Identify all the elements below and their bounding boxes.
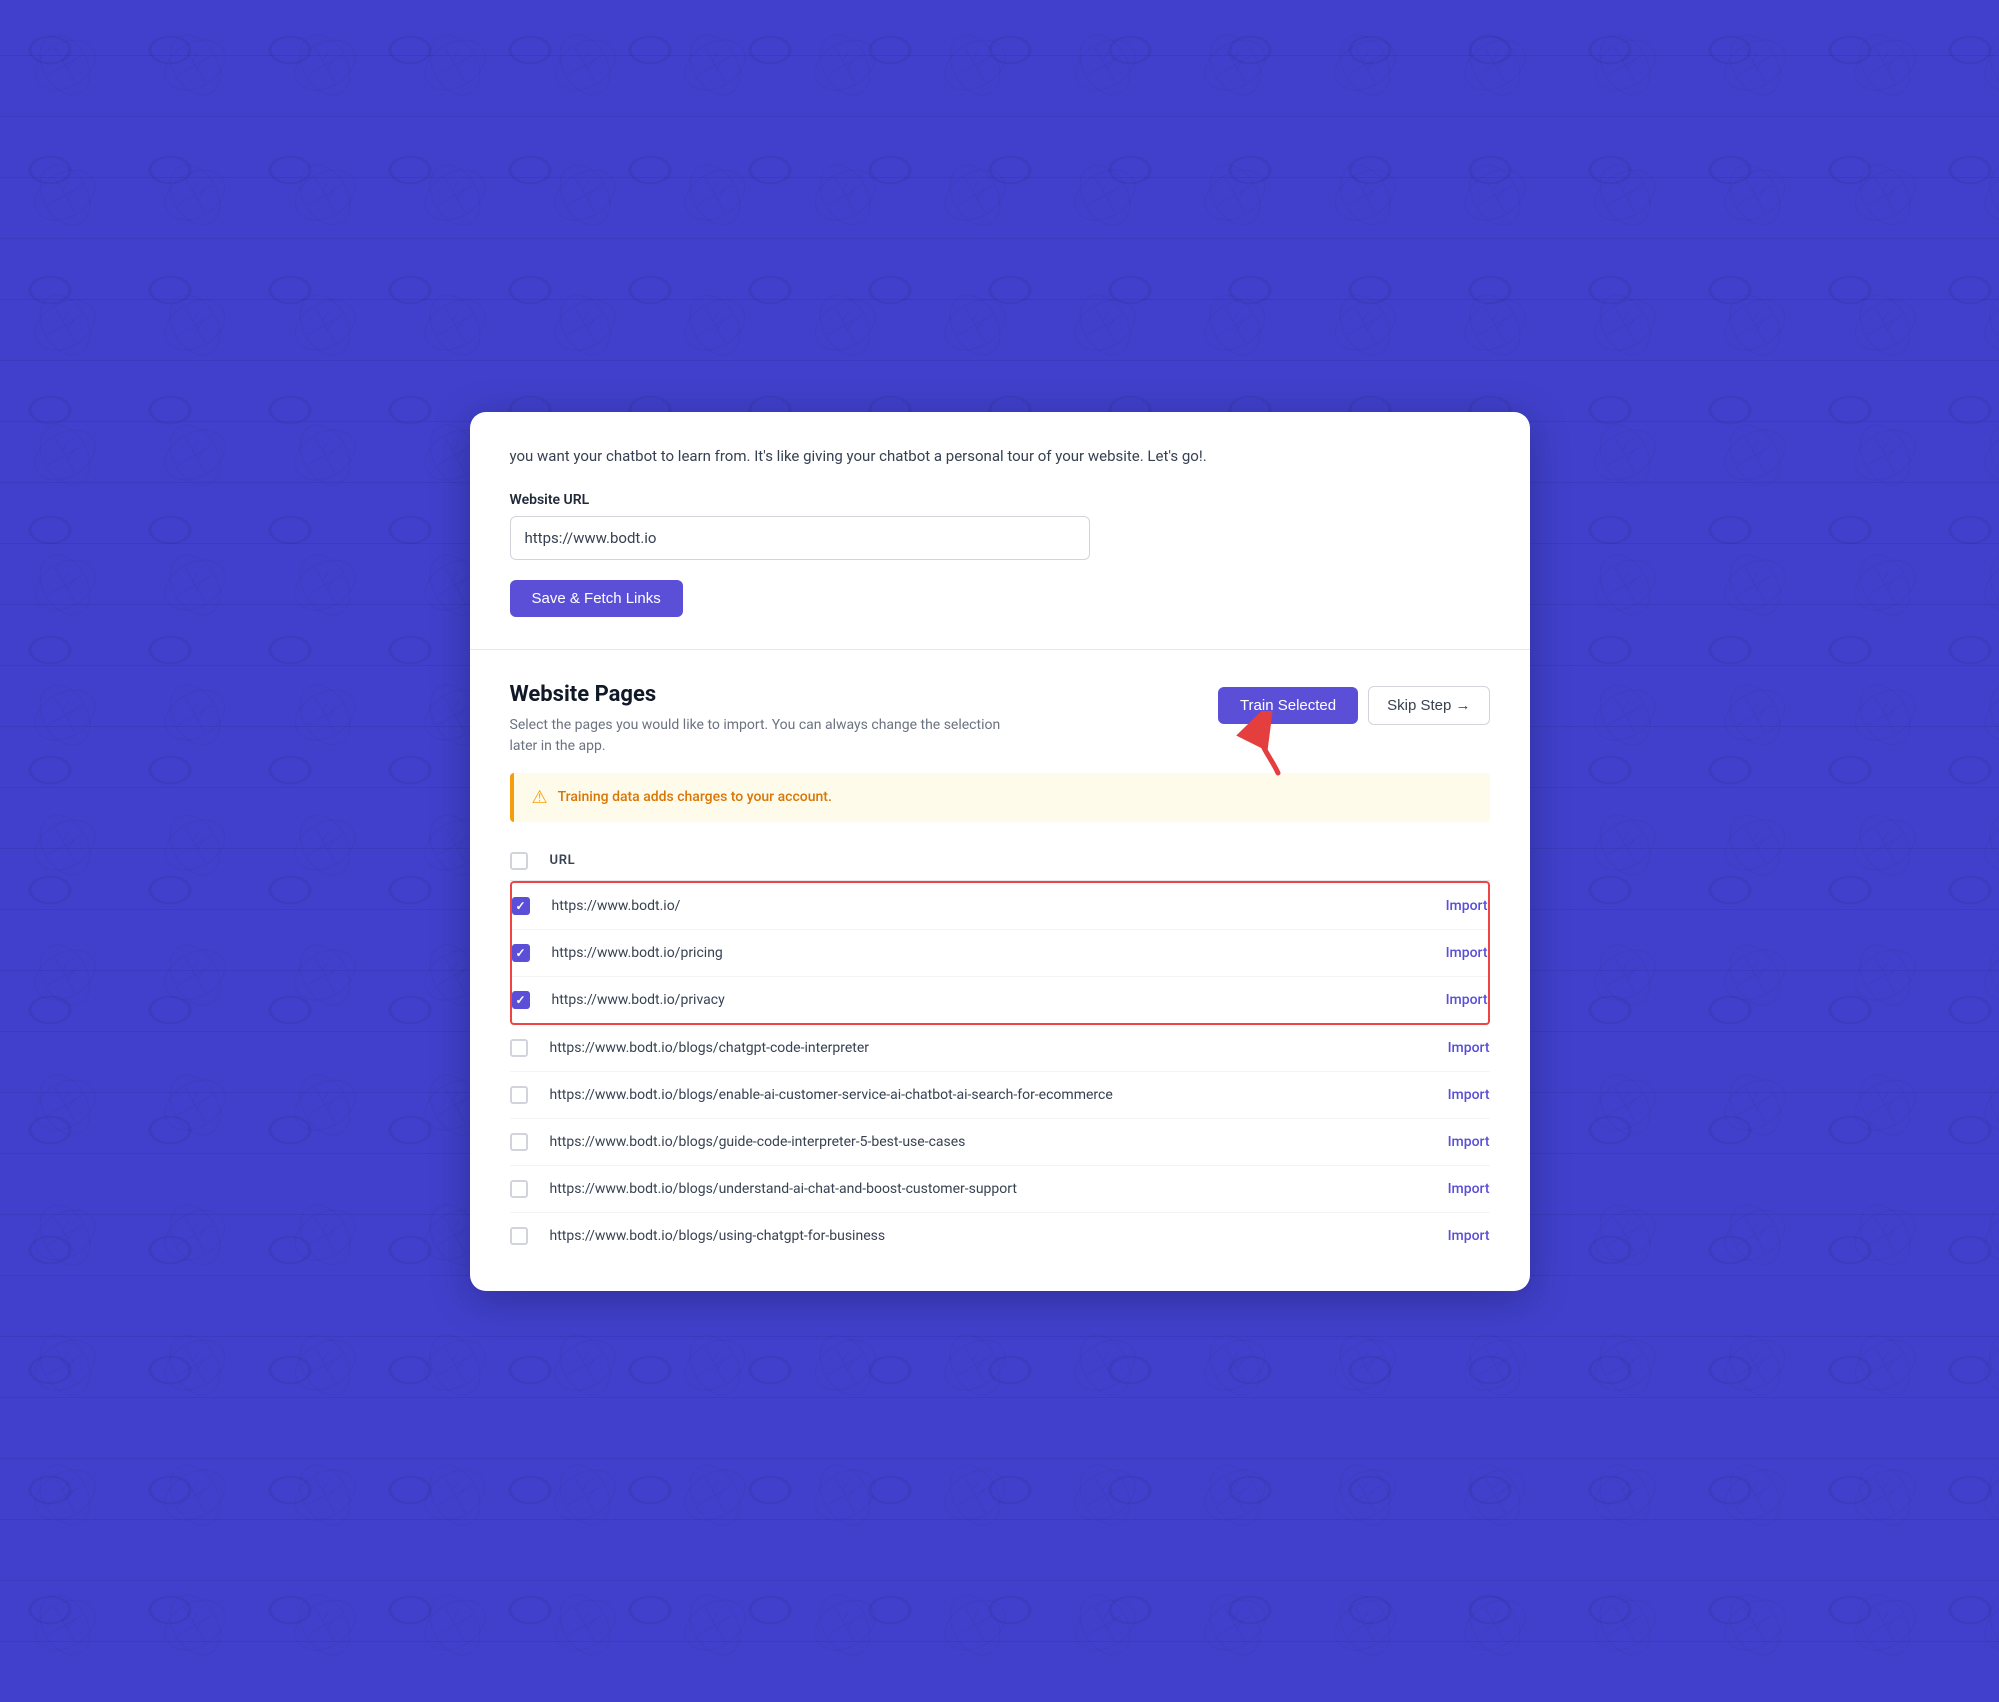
row-checkbox-2[interactable] [512, 944, 530, 962]
url-input[interactable]: https://www.bodt.io [510, 516, 1090, 560]
checkbox-cell [510, 1039, 550, 1057]
section-header: Website Pages Select the pages you would… [510, 682, 1490, 757]
header-buttons: Train Selected Skip Step → [1218, 686, 1490, 725]
checkbox-cell [512, 991, 552, 1009]
import-link-3[interactable]: Import [1408, 992, 1488, 1008]
url-row: https://www.bodt.io/blogs/using-chatgpt-… [510, 1213, 1490, 1259]
url-row: https://www.bodt.io/blogs/enable-ai-cust… [510, 1072, 1490, 1119]
row-checkbox-8[interactable] [510, 1227, 528, 1245]
url-row: https://www.bodt.io/blogs/chatgpt-code-i… [510, 1025, 1490, 1072]
checkbox-cell [510, 1133, 550, 1151]
import-link-6[interactable]: Import [1410, 1134, 1490, 1150]
header-checkbox-cell [510, 852, 550, 870]
import-link-7[interactable]: Import [1410, 1181, 1490, 1197]
skip-step-button[interactable]: Skip Step → [1368, 686, 1489, 725]
row-checkbox-5[interactable] [510, 1086, 528, 1104]
url-text-7: https://www.bodt.io/blogs/understand-ai-… [550, 1181, 1410, 1197]
train-selected-button[interactable]: Train Selected [1218, 687, 1358, 724]
url-row: https://www.bodt.io/ Import [512, 883, 1488, 930]
fetch-links-button[interactable]: Save & Fetch Links [510, 580, 683, 617]
url-text-6: https://www.bodt.io/blogs/guide-code-int… [550, 1134, 1410, 1150]
url-text-8: https://www.bodt.io/blogs/using-chatgpt-… [550, 1228, 1410, 1244]
checkbox-cell [512, 944, 552, 962]
website-url-label: Website URL [510, 492, 1490, 508]
import-link-5[interactable]: Import [1410, 1087, 1490, 1103]
url-table-header: URL [510, 842, 1490, 881]
row-checkbox-6[interactable] [510, 1133, 528, 1151]
row-checkbox-3[interactable] [512, 991, 530, 1009]
url-text-1: https://www.bodt.io/ [552, 898, 1408, 914]
url-row: https://www.bodt.io/blogs/understand-ai-… [510, 1166, 1490, 1213]
intro-text: you want your chatbot to learn from. It'… [510, 444, 1490, 468]
warning-icon: ⚠ [532, 787, 548, 808]
url-column-header: URL [550, 853, 1410, 868]
checkbox-cell [512, 897, 552, 915]
row-checkbox-4[interactable] [510, 1039, 528, 1057]
header-left: Website Pages Select the pages you would… [510, 682, 1218, 757]
checked-group: https://www.bodt.io/ Import https://www.… [510, 881, 1490, 1025]
import-link-4[interactable]: Import [1410, 1040, 1490, 1056]
checkbox-cell [510, 1086, 550, 1104]
row-checkbox-7[interactable] [510, 1180, 528, 1198]
checkbox-cell [510, 1180, 550, 1198]
url-row: https://www.bodt.io/pricing Import [512, 930, 1488, 977]
warning-text: Training data adds charges to your accou… [558, 789, 832, 805]
import-link-1[interactable]: Import [1408, 898, 1488, 914]
url-text-3: https://www.bodt.io/privacy [552, 992, 1408, 1008]
warning-banner: ⚠ Training data adds charges to your acc… [510, 773, 1490, 822]
section-subtitle: Select the pages you would like to impor… [510, 715, 1010, 757]
top-section: you want your chatbot to learn from. It'… [470, 412, 1530, 650]
url-text-5: https://www.bodt.io/blogs/enable-ai-cust… [550, 1087, 1410, 1103]
import-link-2[interactable]: Import [1408, 945, 1488, 961]
checkbox-cell [510, 1227, 550, 1245]
row-checkbox-1[interactable] [512, 897, 530, 915]
website-pages-section: Website Pages Select the pages you would… [470, 650, 1530, 1291]
section-title: Website Pages [510, 682, 1218, 707]
url-text-4: https://www.bodt.io/blogs/chatgpt-code-i… [550, 1040, 1410, 1056]
import-link-8[interactable]: Import [1410, 1228, 1490, 1244]
url-row: https://www.bodt.io/privacy Import [512, 977, 1488, 1023]
main-card: you want your chatbot to learn from. It'… [470, 412, 1530, 1291]
url-text-2: https://www.bodt.io/pricing [552, 945, 1408, 961]
url-row: https://www.bodt.io/blogs/guide-code-int… [510, 1119, 1490, 1166]
select-all-checkbox[interactable] [510, 852, 528, 870]
